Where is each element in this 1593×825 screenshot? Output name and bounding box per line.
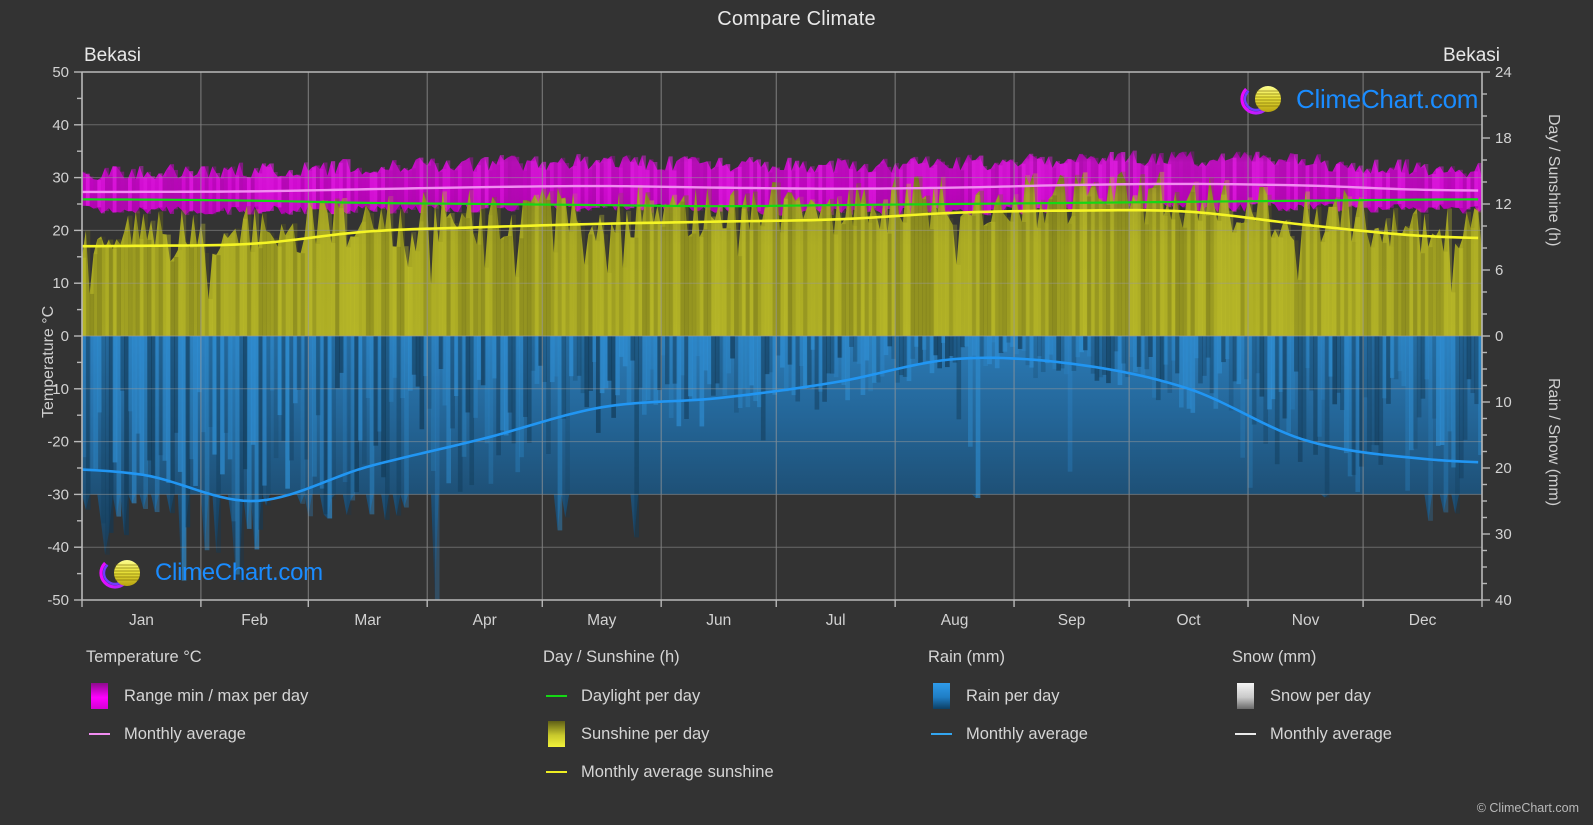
legend-group-snow: Snow (mm) Snow per day Monthly average xyxy=(1232,648,1392,757)
legend-heading: Temperature °C xyxy=(86,648,202,666)
legend-group-rain: Rain (mm) Rain per day Monthly average xyxy=(928,648,1088,757)
svg-text:Aug: Aug xyxy=(941,612,969,629)
axis-title-temperature: Temperature °C xyxy=(40,305,57,418)
svg-text:-40: -40 xyxy=(47,539,69,556)
svg-text:20: 20 xyxy=(52,222,69,239)
legend-item[interactable]: Monthly average xyxy=(86,719,308,749)
legend-item[interactable]: Range min / max per day xyxy=(86,681,308,711)
legend-item-label: Snow per day xyxy=(1270,686,1371,705)
svg-text:0: 0 xyxy=(1495,328,1503,345)
legend-line-daylight xyxy=(543,684,569,708)
svg-text:24: 24 xyxy=(1495,64,1512,81)
svg-text:Dec: Dec xyxy=(1409,612,1437,629)
legend-swatch-sunshine xyxy=(543,721,569,747)
legend-item[interactable]: Snow per day xyxy=(1232,681,1392,711)
svg-text:30: 30 xyxy=(1495,526,1512,543)
svg-text:6: 6 xyxy=(1495,262,1503,279)
svg-text:-30: -30 xyxy=(47,486,69,503)
svg-text:Apr: Apr xyxy=(473,612,497,629)
svg-text:20: 20 xyxy=(1495,460,1512,477)
svg-text:-20: -20 xyxy=(47,434,69,451)
legend-item-label: Monthly average xyxy=(1270,724,1392,743)
axis-title-day-sunshine: Day / Sunshine (h) xyxy=(1545,114,1562,247)
svg-text:40: 40 xyxy=(52,117,69,134)
legend-item[interactable]: Monthly average sunshine xyxy=(543,757,774,787)
svg-text:30: 30 xyxy=(52,170,69,187)
svg-text:Jun: Jun xyxy=(706,612,731,629)
legend-item-label: Sunshine per day xyxy=(581,724,710,743)
svg-text:Feb: Feb xyxy=(241,612,268,629)
legend-swatch-temp-range xyxy=(86,683,112,709)
svg-text:Jan: Jan xyxy=(129,612,154,629)
legend-item[interactable]: Rain per day xyxy=(928,681,1088,711)
svg-text:10: 10 xyxy=(52,275,69,292)
axis-title-rain-snow: Rain / Snow (mm) xyxy=(1545,378,1562,507)
legend-item[interactable]: Monthly average xyxy=(928,719,1088,749)
svg-text:Nov: Nov xyxy=(1292,612,1320,629)
legend-item-label: Monthly average xyxy=(966,724,1088,743)
svg-text:May: May xyxy=(587,612,617,629)
legend-line-temp-avg xyxy=(86,722,112,746)
legend-line-snow-avg xyxy=(1232,722,1258,746)
svg-text:10: 10 xyxy=(1495,394,1512,411)
chart-legend: Temperature °C Range min / max per day M… xyxy=(0,648,1593,823)
legend-group-temperature: Temperature °C Range min / max per day M… xyxy=(86,648,308,757)
svg-text:Sep: Sep xyxy=(1058,612,1086,629)
svg-text:12: 12 xyxy=(1495,196,1512,213)
legend-item[interactable]: Daylight per day xyxy=(543,681,774,711)
legend-item[interactable]: Sunshine per day xyxy=(543,719,774,749)
legend-heading: Rain (mm) xyxy=(928,648,1005,666)
svg-text:18: 18 xyxy=(1495,130,1512,147)
legend-item-label: Monthly average sunshine xyxy=(581,762,774,781)
legend-item-label: Monthly average xyxy=(124,724,246,743)
svg-text:-50: -50 xyxy=(47,592,69,609)
legend-swatch-rain xyxy=(928,683,954,709)
legend-line-sunshine-avg xyxy=(543,760,569,784)
legend-heading: Snow (mm) xyxy=(1232,648,1317,666)
legend-group-day-sunshine: Day / Sunshine (h) Daylight per day Suns… xyxy=(543,648,774,795)
svg-text:50: 50 xyxy=(52,64,69,81)
legend-heading: Day / Sunshine (h) xyxy=(543,648,680,666)
legend-item-label: Range min / max per day xyxy=(124,686,309,705)
legend-swatch-snow xyxy=(1232,683,1258,709)
svg-text:Mar: Mar xyxy=(354,612,381,629)
legend-item-label: Daylight per day xyxy=(581,686,701,705)
legend-item-label: Rain per day xyxy=(966,686,1060,705)
climate-plot: -50-40-30-20-100102030405006121824102030… xyxy=(47,64,1512,629)
legend-line-rain-avg xyxy=(928,722,954,746)
svg-text:Oct: Oct xyxy=(1177,612,1202,629)
copyright-text: © ClimeChart.com xyxy=(1476,801,1579,815)
svg-text:0: 0 xyxy=(61,328,69,345)
svg-text:40: 40 xyxy=(1495,592,1512,609)
climate-chart-page: Compare Climate Bekasi Bekasi -50 -40 -3… xyxy=(0,0,1593,825)
svg-text:Jul: Jul xyxy=(826,612,846,629)
legend-item[interactable]: Monthly average xyxy=(1232,719,1392,749)
